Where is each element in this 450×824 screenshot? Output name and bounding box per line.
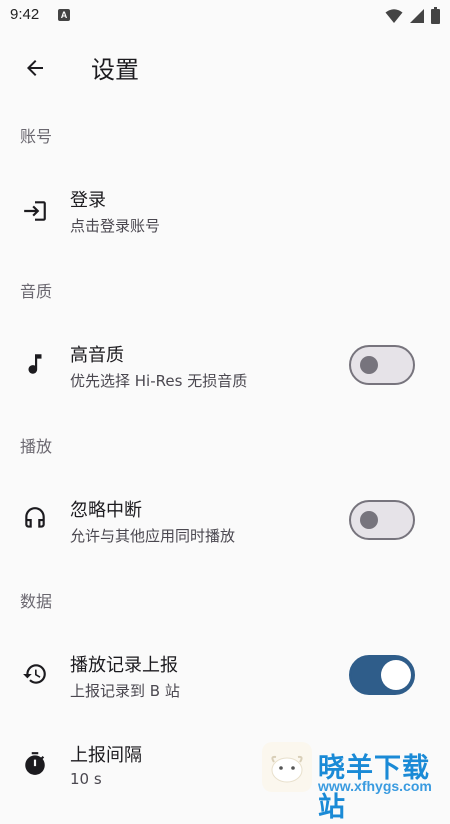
status-time: 9:42 [10, 6, 40, 23]
pref-login[interactable]: 登录 点击登录账号 [0, 172, 450, 250]
history-icon [20, 659, 50, 689]
report-history-switch[interactable] [349, 655, 415, 695]
pref-summary: 上报记录到 B 站 [70, 682, 180, 700]
section-header-quality: 音质 [20, 282, 53, 301]
watermark: 晓羊下载站 www.xfhygs.com [258, 738, 450, 823]
pref-ignore-interrupt[interactable]: 忽略中断 允许与其他应用同时播放 [0, 482, 450, 560]
section-header-account: 账号 [20, 127, 53, 146]
signal-icon [410, 8, 424, 23]
timer-icon [20, 749, 50, 779]
pref-summary: 点击登录账号 [70, 217, 161, 235]
login-icon [20, 196, 50, 226]
hires-switch[interactable] [349, 345, 415, 385]
pref-summary: 允许与其他应用同时播放 [70, 527, 236, 545]
status-bar: 9:42 A [0, 0, 450, 32]
watermark-logo-icon [262, 742, 312, 792]
music-note-icon [20, 349, 50, 379]
headphones-icon [20, 504, 50, 534]
back-button[interactable] [15, 48, 55, 88]
switch-knob [381, 660, 411, 690]
pref-title: 高音质 [70, 345, 124, 366]
pref-summary: 优先选择 Hi-Res 无损音质 [70, 372, 248, 390]
watermark-url: www.xfhygs.com [318, 778, 432, 794]
pref-title: 播放记录上报 [70, 655, 178, 676]
pref-report-history[interactable]: 播放记录上报 上报记录到 B 站 [0, 637, 450, 715]
switch-knob [360, 356, 378, 374]
status-icons [385, 7, 440, 24]
section-header-playback: 播放 [20, 437, 53, 456]
pref-title: 上报间隔 [70, 745, 142, 766]
app-bar: 设置 [0, 40, 450, 96]
ignore-interrupt-switch[interactable] [349, 500, 415, 540]
wifi-icon [385, 8, 403, 23]
arrow-back-icon [27, 60, 43, 76]
pref-title: 忽略中断 [70, 500, 142, 521]
pref-title: 登录 [70, 190, 106, 211]
page-title: 设置 [91, 56, 139, 84]
pref-summary: 10 s [70, 770, 102, 788]
switch-knob [360, 511, 378, 529]
notification-icon: A [58, 9, 70, 21]
battery-icon [431, 7, 440, 24]
pref-hires[interactable]: 高音质 优先选择 Hi-Res 无损音质 [0, 327, 450, 405]
section-header-data: 数据 [20, 592, 53, 611]
